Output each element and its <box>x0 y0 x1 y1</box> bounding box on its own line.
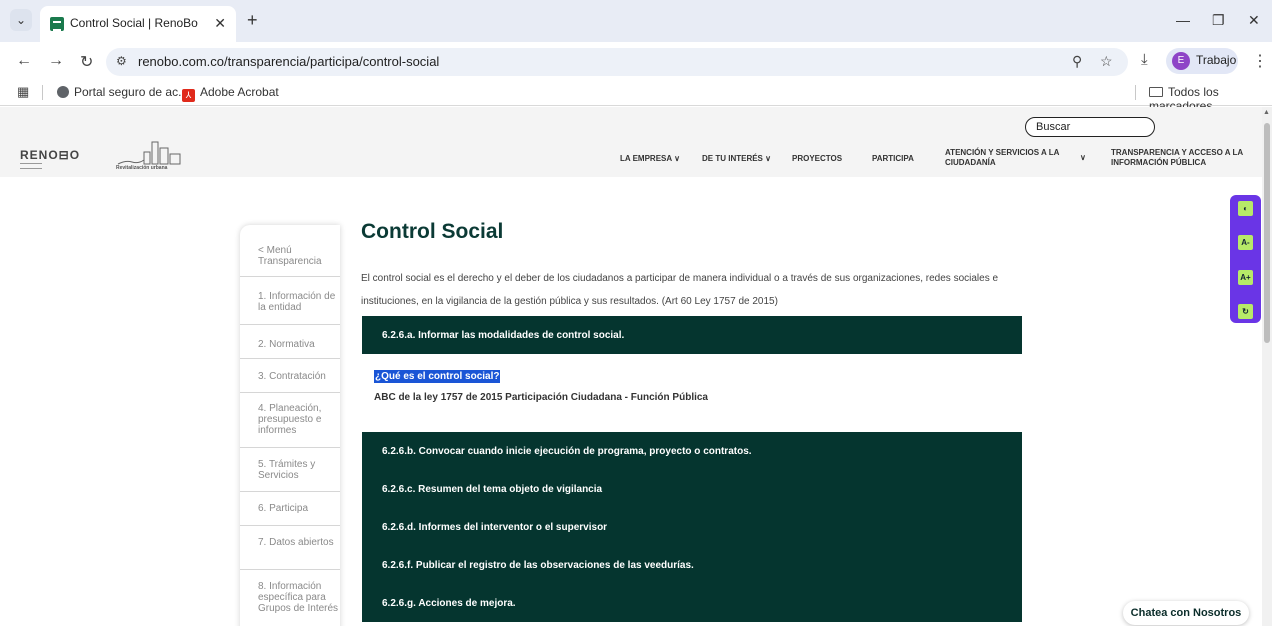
accordion-title: 6.2.6.f. Publicar el registro de las obs… <box>382 560 694 571</box>
browser-toolbar: ← → ↻ ⚙ renobo.com.co/transparencia/part… <box>0 42 1272 80</box>
folder-icon <box>1149 87 1163 97</box>
page-title: Control Social <box>361 220 504 243</box>
tab-close-icon[interactable]: ✕ <box>214 15 226 32</box>
reset-icon[interactable]: ↻ <box>1238 304 1253 319</box>
accordion-section-6-2-6-f[interactable]: 6.2.6.f. Publicar el registro de las obs… <box>362 546 1022 584</box>
browser-menu-icon[interactable]: ⋮ <box>1252 51 1268 71</box>
sidebar-item-planeacion[interactable]: 4. Planeación, presupuesto e informes <box>258 403 342 436</box>
renobo-logo[interactable]: RENO⊟O <box>20 148 80 162</box>
site-info-icon[interactable]: ⚙ <box>116 54 127 68</box>
sidebar-item-participa[interactable]: 6. Participa <box>258 503 342 514</box>
accordion-title: 6.2.6.c. Resumen del tema objeto de vigi… <box>382 484 603 495</box>
close-window-icon[interactable]: ✕ <box>1248 12 1260 29</box>
minimize-icon[interactable]: — <box>1176 12 1190 28</box>
page-scrollbar[interactable]: ▲ <box>1262 107 1272 626</box>
accessibility-toolbar: ◐ A- A+ ↻ <box>1230 195 1261 323</box>
sidebar-item-tramites[interactable]: 5. Trámites y Servicios <box>258 459 342 481</box>
globe-icon <box>57 86 69 98</box>
bookmark-portal[interactable]: Portal seguro de ac... <box>57 85 188 99</box>
nav-atencion-chevron[interactable]: ∨ <box>1080 153 1086 163</box>
acrobat-icon: ⅄ <box>182 89 195 102</box>
apps-grid-icon[interactable]: ▦ <box>17 84 29 100</box>
contrast-icon[interactable]: ◐ <box>1238 201 1253 216</box>
nav-transparencia[interactable]: TRANSPARENCIA Y ACCESO A LA INFORMACIÓN … <box>1111 148 1251 168</box>
accordion-title: 6.2.6.b. Convocar cuando inicie ejecució… <box>382 446 752 457</box>
accordion-title: 6.2.6.g. Acciones de mejora. <box>382 598 516 609</box>
nav-proyectos[interactable]: PROYECTOS <box>792 154 842 164</box>
scroll-up-icon[interactable]: ▲ <box>1263 109 1270 116</box>
profile-label: Trabajo <box>1196 53 1237 67</box>
download-icon[interactable]: ⤓ <box>1141 51 1148 68</box>
decrease-font-icon[interactable]: A- <box>1238 235 1253 250</box>
avatar: E <box>1172 52 1190 70</box>
zoom-icon[interactable]: ⚲ <box>1072 53 1082 70</box>
sidebar-divider <box>240 324 340 325</box>
logo-caption: Revitalización urbana <box>116 165 168 171</box>
profile-button[interactable]: E Trabajo <box>1166 48 1238 74</box>
sidebar-divider <box>240 358 340 359</box>
nav-la-empresa[interactable]: LA EMPRESA ∨ <box>620 154 680 164</box>
intro-paragraph: El control social es el derecho y el deb… <box>361 273 999 307</box>
accordion-section-6-2-6-c[interactable]: 6.2.6.c. Resumen del tema objeto de vigi… <box>362 470 1022 508</box>
restore-icon[interactable]: ❐ <box>1212 12 1225 29</box>
nav-atencion-ciudadania[interactable]: ATENCIÓN Y SERVICIOS A LA CIUDADANÍA <box>945 148 1065 168</box>
tab-search-chevron-icon[interactable]: ⌄ <box>10 9 32 31</box>
logo-tagline-lines <box>20 163 42 169</box>
sidebar-item-informacion-entidad[interactable]: 1. Información de la entidad <box>258 291 342 313</box>
bookmark-star-icon[interactable]: ☆ <box>1100 53 1113 70</box>
sidebar-divider <box>240 569 340 570</box>
scroll-thumb[interactable] <box>1264 123 1270 343</box>
site-favicon-icon <box>50 17 64 31</box>
accordion-section-6-2-6-b[interactable]: 6.2.6.b. Convocar cuando inicie ejecució… <box>362 432 1022 470</box>
sidebar-divider <box>240 276 340 277</box>
bookmarks-bar: ▦ Portal seguro de ac... ⅄ Adobe Acrobat … <box>0 80 1272 113</box>
url-text[interactable]: renobo.com.co/transparencia/participa/co… <box>138 54 439 69</box>
accordion-title: 6.2.6.a. Informar las modalidades de con… <box>382 330 625 341</box>
page-viewport: Buscar RENO⊟O Revitalización urbana LA E… <box>0 107 1272 626</box>
site-header: Buscar RENO⊟O Revitalización urbana LA E… <box>0 107 1262 177</box>
sidebar-divider <box>240 525 340 526</box>
tab-strip: ⌄ Control Social | RenoBo ✕ + — ❐ ✕ <box>0 0 1272 42</box>
sidebar-divider <box>240 392 340 393</box>
bookmark-label: Portal seguro de ac... <box>74 85 189 99</box>
increase-font-icon[interactable]: A+ <box>1238 270 1253 285</box>
accordion-title: 6.2.6.d. Informes del interventor o el s… <box>382 522 608 533</box>
address-bar[interactable]: ⚙ renobo.com.co/transparencia/participa/… <box>106 48 1128 76</box>
sidebar-divider <box>240 491 340 492</box>
sidebar-item-normativa[interactable]: 2. Normativa <box>258 339 342 350</box>
bookmark-label: Adobe Acrobat <box>200 85 279 99</box>
browser-tab[interactable]: Control Social | RenoBo ✕ <box>40 6 236 42</box>
bookmark-adobe-acrobat[interactable]: ⅄ Adobe Acrobat <box>182 85 279 102</box>
sidebar-divider <box>240 447 340 448</box>
nav-participa[interactable]: PARTICIPA <box>872 154 914 164</box>
forward-icon[interactable]: → <box>48 52 64 70</box>
site-search-input[interactable]: Buscar <box>1025 117 1155 137</box>
search-placeholder: Buscar <box>1036 121 1071 133</box>
nav-de-tu-interes[interactable]: DE TU INTERÉS ∨ <box>702 154 771 164</box>
link-que-es-control-social[interactable]: ¿Qué es el control social? <box>374 370 501 383</box>
sidebar-item-contratacion[interactable]: 3. Contratación <box>258 371 342 382</box>
reload-icon[interactable]: ↻ <box>80 52 93 72</box>
accordion-section-6-2-6-g[interactable]: 6.2.6.g. Acciones de mejora. <box>362 584 1022 622</box>
bookmark-separator <box>42 85 43 100</box>
sidebar-item-grupos-interes[interactable]: 8. Información específica para Grupos de… <box>258 581 342 614</box>
sidebar-item-datos-abiertos[interactable]: 7. Datos abiertos <box>258 537 342 548</box>
new-tab-button[interactable]: + <box>247 11 258 29</box>
link-abc-ley-1757[interactable]: ABC de la ley 1757 de 2015 Participación… <box>374 392 708 403</box>
tab-title: Control Social | RenoBo <box>70 16 198 30</box>
back-icon[interactable]: ← <box>16 52 32 70</box>
chat-button[interactable]: Chatea con Nosotros <box>1123 601 1249 625</box>
accordion-section-6-2-6-d[interactable]: 6.2.6.d. Informes del interventor o el s… <box>362 508 1022 546</box>
transparencia-sidebar: < Menú Transparencia 1. Información de l… <box>240 225 340 626</box>
bookmark-separator <box>1135 85 1136 100</box>
accordion-section-6-2-6-a[interactable]: 6.2.6.a. Informar las modalidades de con… <box>362 316 1022 354</box>
sidebar-item-menu-transparencia[interactable]: < Menú Transparencia <box>258 245 342 267</box>
